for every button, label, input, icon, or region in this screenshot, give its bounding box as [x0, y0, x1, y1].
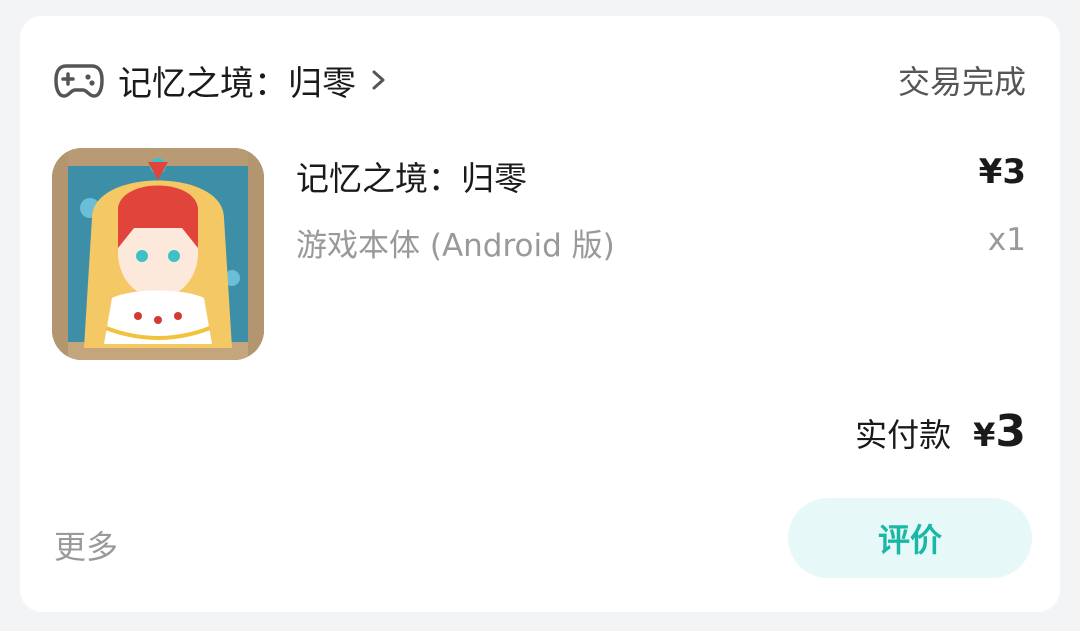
review-button[interactable]: 评价	[788, 498, 1032, 578]
total-currency: ¥	[973, 416, 996, 454]
order-card: 记忆之境：归零 交易完成 记忆之境：归零 游戏本体 (Android 版) ¥3…	[20, 16, 1060, 612]
chevron-right-icon[interactable]	[370, 65, 388, 95]
store-name-link[interactable]: 记忆之境：归零	[118, 56, 356, 105]
item-quantity: x1	[987, 222, 1026, 258]
more-button[interactable]: 更多	[54, 522, 118, 568]
order-status: 交易完成	[897, 63, 1026, 101]
total-label: 实付款	[855, 416, 952, 454]
total-row: 实付款 ¥ 3	[855, 406, 1026, 457]
total-amount: 3	[995, 406, 1026, 457]
item-variant: 游戏本体 (Android 版)	[296, 228, 615, 264]
item-price: ¥3	[978, 152, 1026, 192]
order-header: 记忆之境：归零 交易完成	[54, 56, 1026, 104]
gamepad-icon	[54, 60, 104, 100]
item-title[interactable]: 记忆之境：归零	[296, 152, 527, 200]
game-cover-image[interactable]	[52, 148, 264, 360]
